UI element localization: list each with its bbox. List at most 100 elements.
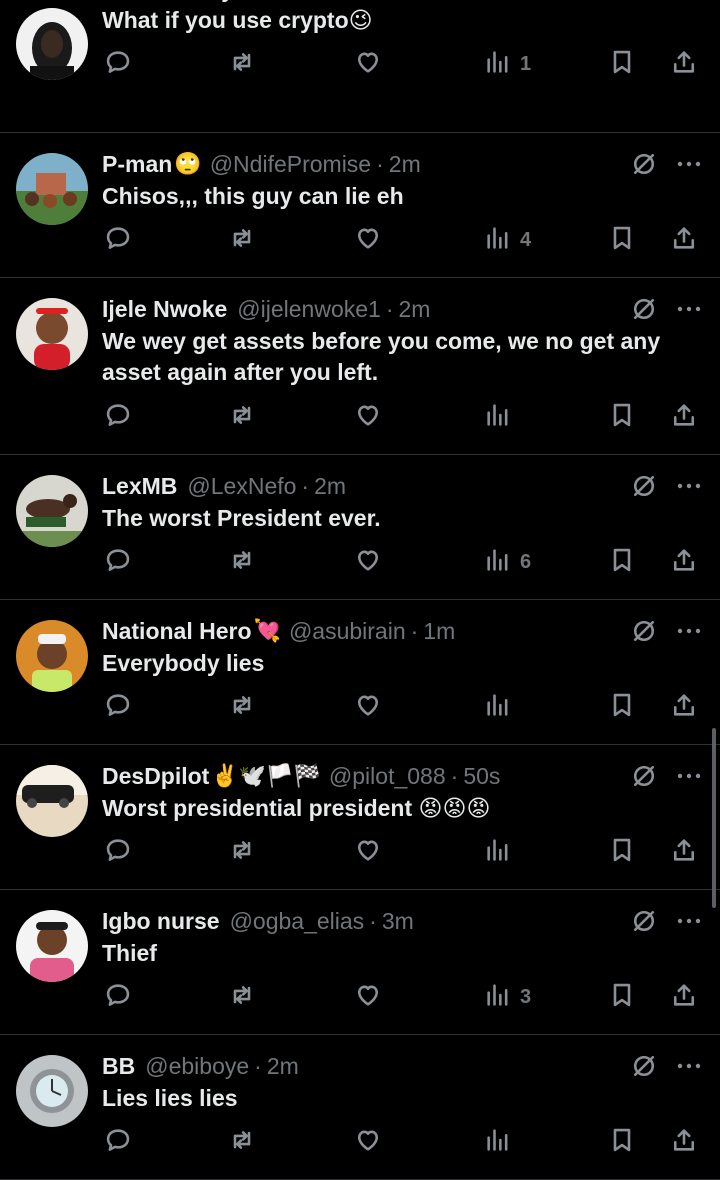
timestamp[interactable]: 2m — [267, 1053, 299, 1080]
grok-icon[interactable] — [630, 472, 658, 500]
bookmark-button[interactable] — [608, 546, 636, 578]
views-button[interactable]: 3 — [484, 981, 531, 1013]
like-button[interactable] — [354, 691, 382, 723]
avatar[interactable] — [16, 765, 88, 837]
views-button[interactable]: 4 — [484, 224, 531, 256]
views-button[interactable] — [484, 836, 520, 868]
reply-tweet[interactable]: P-man 🙄 @NdifePromise · 2m Chisos,,, thi… — [0, 133, 720, 278]
user-handle[interactable]: @richone090 — [257, 0, 394, 3]
bookmark-button[interactable] — [608, 981, 636, 1013]
bookmark-button[interactable] — [608, 224, 636, 256]
reply-tweet[interactable]: National Hero 💘 @asubirain · 1m Everybod… — [0, 600, 720, 745]
reply-button[interactable] — [104, 546, 132, 578]
like-button[interactable] — [354, 981, 382, 1013]
grok-icon[interactable] — [630, 150, 658, 178]
grok-icon[interactable] — [630, 617, 658, 645]
like-button[interactable] — [354, 48, 382, 80]
reply-button[interactable] — [104, 401, 132, 433]
retweet-button[interactable] — [228, 48, 256, 80]
retweet-button[interactable] — [228, 1126, 256, 1158]
retweet-button[interactable] — [228, 691, 256, 723]
more-icon[interactable] — [674, 907, 704, 935]
reply-button[interactable] — [104, 224, 132, 256]
share-button[interactable] — [670, 48, 698, 80]
reply-tweet[interactable]: BB @ebiboye · 2m Lies lies lies — [0, 1035, 720, 1180]
share-button[interactable] — [670, 691, 698, 723]
more-icon[interactable] — [674, 295, 704, 323]
bookmark-button[interactable] — [608, 48, 636, 80]
reply-tweet[interactable]: Reedor Ways @richone090 · 1m What if you… — [0, 0, 720, 133]
display-name[interactable]: National Hero — [102, 618, 252, 645]
avatar[interactable] — [16, 620, 88, 692]
timestamp[interactable]: 1m — [423, 618, 455, 645]
user-handle[interactable]: @ebiboye — [145, 1053, 249, 1080]
avatar[interactable] — [16, 1055, 88, 1127]
reply-tweet[interactable]: LexMB @LexNefo · 2m The worst President … — [0, 455, 720, 600]
retweet-button[interactable] — [228, 224, 256, 256]
bookmark-button[interactable] — [608, 1126, 636, 1158]
reply-tweet[interactable]: Ijele Nwoke @ijelenwoke1 · 2m We wey get… — [0, 278, 720, 455]
display-name[interactable]: Ijele Nwoke — [102, 296, 227, 323]
reply-button[interactable] — [104, 48, 132, 80]
share-button[interactable] — [670, 981, 698, 1013]
retweet-button[interactable] — [228, 981, 256, 1013]
reply-tweet[interactable]: DesDpilot ✌️🕊️🏳️🏁 @pilot_088 · 50s Worst… — [0, 745, 720, 890]
display-name[interactable]: LexMB — [102, 473, 177, 500]
user-handle[interactable]: @ogba_elias — [230, 908, 365, 935]
timestamp[interactable]: 2m — [389, 151, 421, 178]
timestamp[interactable]: 2m — [399, 296, 431, 323]
display-name[interactable]: Reedor Ways — [102, 0, 247, 3]
reply-button[interactable] — [104, 691, 132, 723]
scrollbar[interactable] — [712, 728, 716, 908]
reply-button[interactable] — [104, 1126, 132, 1158]
bookmark-button[interactable] — [608, 836, 636, 868]
views-button[interactable]: 6 — [484, 546, 531, 578]
avatar[interactable] — [16, 298, 88, 370]
views-button[interactable]: 1 — [484, 48, 531, 80]
user-handle[interactable]: @ijelenwoke1 — [237, 296, 381, 323]
reply-button[interactable] — [104, 836, 132, 868]
share-button[interactable] — [670, 401, 698, 433]
user-handle[interactable]: @pilot_088 — [329, 763, 446, 790]
grok-icon[interactable] — [630, 0, 658, 3]
reply-tweet[interactable]: Igbo nurse @ogba_elias · 3m Thief 3 — [0, 890, 720, 1035]
timestamp[interactable]: 2m — [314, 473, 346, 500]
bookmark-button[interactable] — [608, 401, 636, 433]
grok-icon[interactable] — [630, 295, 658, 323]
share-button[interactable] — [670, 224, 698, 256]
reply-button[interactable] — [104, 981, 132, 1013]
user-handle[interactable]: @asubirain — [289, 618, 406, 645]
timestamp[interactable]: 50s — [463, 763, 500, 790]
display-name[interactable]: Igbo nurse — [102, 908, 220, 935]
like-button[interactable] — [354, 546, 382, 578]
like-button[interactable] — [354, 224, 382, 256]
avatar[interactable] — [16, 153, 88, 225]
retweet-button[interactable] — [228, 546, 256, 578]
timestamp[interactable]: 3m — [382, 908, 414, 935]
retweet-button[interactable] — [228, 836, 256, 868]
more-icon[interactable] — [674, 0, 704, 3]
views-button[interactable] — [484, 1126, 520, 1158]
more-icon[interactable] — [674, 1052, 704, 1080]
like-button[interactable] — [354, 401, 382, 433]
like-button[interactable] — [354, 1126, 382, 1158]
display-name[interactable]: BB — [102, 1053, 135, 1080]
more-icon[interactable] — [674, 762, 704, 790]
user-handle[interactable]: @NdifePromise — [210, 151, 371, 178]
timestamp[interactable]: 1m — [412, 0, 444, 3]
grok-icon[interactable] — [630, 762, 658, 790]
grok-icon[interactable] — [630, 1052, 658, 1080]
more-icon[interactable] — [674, 472, 704, 500]
more-icon[interactable] — [674, 150, 704, 178]
avatar[interactable] — [16, 910, 88, 982]
retweet-button[interactable] — [228, 401, 256, 433]
share-button[interactable] — [670, 836, 698, 868]
views-button[interactable] — [484, 691, 520, 723]
bookmark-button[interactable] — [608, 691, 636, 723]
avatar[interactable] — [16, 475, 88, 547]
display-name[interactable]: P-man — [102, 151, 172, 178]
user-handle[interactable]: @LexNefo — [187, 473, 296, 500]
display-name[interactable]: DesDpilot — [102, 763, 209, 790]
like-button[interactable] — [354, 836, 382, 868]
share-button[interactable] — [670, 546, 698, 578]
